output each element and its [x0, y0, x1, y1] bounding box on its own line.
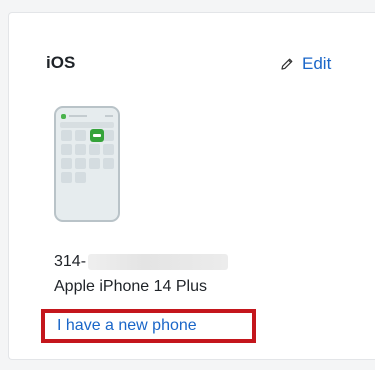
card-title: iOS: [46, 53, 76, 72]
phone-number-prefix: 314-: [54, 253, 87, 270]
new-phone-highlight: I have a new phone: [41, 309, 256, 343]
new-phone-link[interactable]: I have a new phone: [57, 317, 197, 335]
edit-button[interactable]: Edit: [280, 54, 331, 74]
redacted-number: [88, 254, 229, 270]
phone-status-bar: [61, 113, 113, 119]
phone-notification: [60, 122, 114, 128]
app-icon: [90, 129, 104, 142]
pencil-icon: [280, 57, 294, 71]
phone-number: 314-: [54, 253, 229, 271]
phone-illustration: [54, 106, 120, 222]
phone-app-grid: [61, 130, 114, 183]
edit-label: Edit: [302, 54, 332, 73]
device-model: Apple iPhone 14 Plus: [54, 278, 207, 295]
